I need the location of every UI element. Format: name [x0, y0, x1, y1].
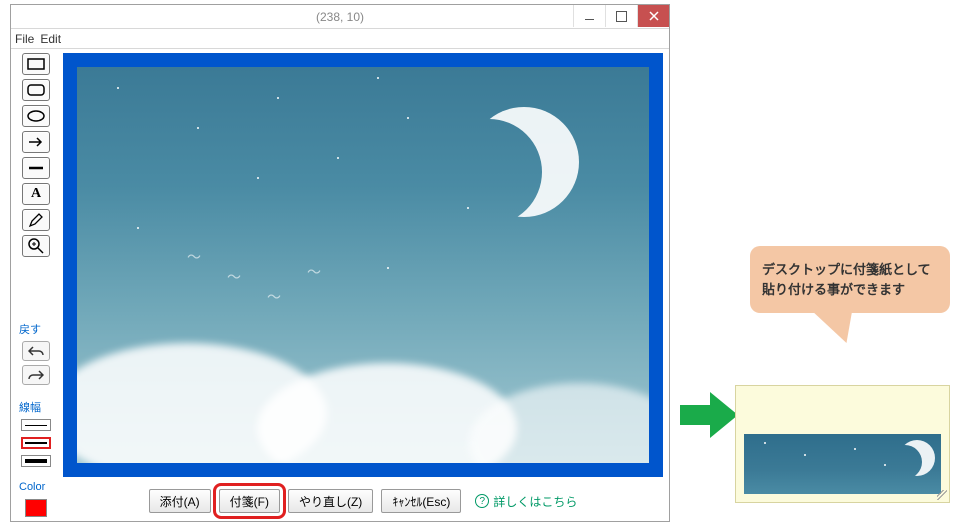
callout-line-2: 貼り付ける事ができます: [762, 280, 938, 300]
pen-icon: [28, 212, 44, 228]
titlebar: (238, 10): [11, 5, 669, 29]
callout-bubble: デスクトップに付箋紙として 貼り付ける事ができます: [750, 246, 950, 313]
canvas[interactable]: 〜 〜 〜 〜: [77, 67, 649, 463]
menu-file[interactable]: File: [15, 32, 34, 46]
redo-action-button[interactable]: やり直し(Z): [288, 489, 373, 513]
redo-button[interactable]: [22, 365, 50, 385]
arrow-icon: [27, 136, 45, 148]
canvas-frame: 〜 〜 〜 〜: [63, 53, 663, 477]
canvas-area: 〜 〜 〜 〜 添付(A) 付箋(F) やり直し(Z) ｷｬﾝｾﾙ(Esc) ?…: [61, 49, 669, 521]
menu-edit[interactable]: Edit: [40, 32, 61, 46]
linewidth-label: 線幅: [17, 399, 41, 415]
rounded-rect-icon: [27, 84, 45, 96]
bottom-button-row: 添付(A) 付箋(F) やり直し(Z) ｷｬﾝｾﾙ(Esc) ? 詳しくはこちら: [63, 477, 663, 517]
cancel-button[interactable]: ｷｬﾝｾﾙ(Esc): [381, 489, 461, 513]
rect-icon: [27, 58, 45, 70]
callout-line-1: デスクトップに付箋紙として: [762, 260, 938, 280]
line-icon: [27, 162, 45, 174]
sticky-image: [744, 434, 941, 494]
body-area: A 戻す 線幅 Color: [11, 49, 669, 521]
resize-grip-icon[interactable]: [937, 490, 947, 500]
moon-icon: [469, 107, 579, 217]
tool-line[interactable]: [22, 157, 50, 179]
linewidth-thick[interactable]: [21, 455, 51, 467]
menubar: File Edit: [11, 29, 669, 49]
zoom-icon: [28, 238, 44, 254]
tool-rounded-rectangle[interactable]: [22, 79, 50, 101]
tool-text[interactable]: A: [22, 183, 50, 205]
undo-button[interactable]: [22, 341, 50, 361]
moon-icon: [899, 440, 935, 476]
attach-button[interactable]: 添付(A): [149, 489, 211, 513]
tool-rectangle[interactable]: [22, 53, 50, 75]
tool-pen[interactable]: [22, 209, 50, 231]
ellipse-icon: [27, 110, 45, 122]
window-controls: [573, 5, 669, 27]
sticky-button[interactable]: 付箋(F): [219, 489, 280, 513]
big-arrow-icon: [680, 390, 740, 440]
linewidth-thin[interactable]: [21, 419, 51, 431]
undo-icon: [28, 345, 44, 357]
help-link-text: 詳しくはこちら: [493, 493, 577, 510]
undo-section-label: 戻す: [17, 321, 41, 337]
tool-column: A 戻す 線幅 Color: [11, 49, 61, 521]
text-icon: A: [31, 186, 41, 202]
redo-icon: [28, 369, 44, 381]
app-window: (238, 10) File Edit: [10, 4, 670, 522]
window-title: (238, 10): [316, 10, 364, 24]
help-icon: ?: [475, 494, 489, 508]
minimize-button[interactable]: [573, 5, 605, 27]
close-button[interactable]: [637, 5, 669, 27]
maximize-button[interactable]: [605, 5, 637, 27]
color-swatch[interactable]: [25, 499, 47, 517]
linewidth-medium[interactable]: [21, 437, 51, 449]
sticky-note-preview: [735, 385, 950, 503]
color-label: Color: [17, 481, 45, 493]
tool-arrow[interactable]: [22, 131, 50, 153]
tool-ellipse[interactable]: [22, 105, 50, 127]
tool-zoom[interactable]: [22, 235, 50, 257]
help-link[interactable]: ? 詳しくはこちら: [475, 493, 577, 510]
